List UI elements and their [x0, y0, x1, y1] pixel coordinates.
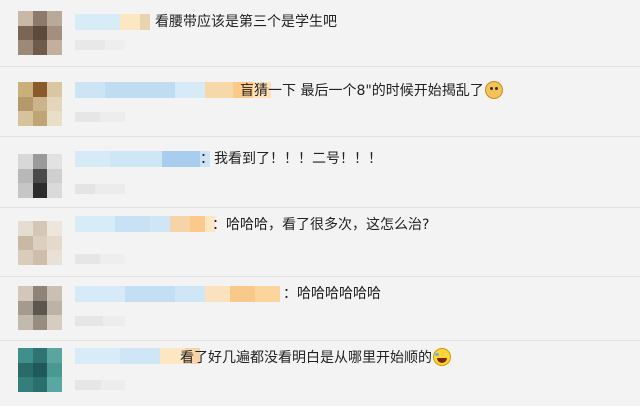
comment-text: 看腰带应该是第三个是学生吧: [155, 14, 337, 30]
comment-row: 看了好几遍都没看明白是从哪里开始顺的: [0, 342, 640, 404]
username-blurred[interactable]: [75, 14, 150, 30]
avatar[interactable]: [18, 221, 62, 265]
avatar[interactable]: [18, 11, 62, 55]
comment-row: ：哈哈哈，看了很多次，这怎么治?: [0, 210, 640, 272]
divider: [0, 276, 640, 277]
comment-meta-blurred: [75, 184, 125, 194]
comment-text: ：哈哈哈，看了很多次，这怎么治?: [212, 217, 430, 233]
comment-row: 盲猜一下 最后一个8"的时候开始揭乱了: [0, 70, 640, 132]
comment-meta-blurred: [75, 40, 125, 50]
avatar[interactable]: [18, 82, 62, 126]
comment-row: ：哈哈哈哈哈哈: [0, 280, 640, 342]
divider: [0, 340, 640, 341]
comment-row: ：我看到了！！！二号！！！: [0, 140, 640, 202]
avatar[interactable]: [18, 348, 62, 392]
comment-row: 看腰带应该是第三个是学生吧: [0, 0, 640, 62]
avatar[interactable]: [18, 286, 62, 330]
avatar[interactable]: [18, 154, 62, 198]
username-blurred[interactable]: [75, 286, 280, 302]
comment-meta-blurred: [75, 112, 125, 122]
divider: [0, 136, 640, 137]
comment-meta-blurred: [75, 254, 125, 264]
divider: [0, 207, 640, 208]
comment-text: ：我看到了！！！二号！！！: [200, 151, 382, 167]
dog-face-icon: [484, 81, 503, 99]
laughing-tears-icon: [433, 348, 451, 366]
divider: [0, 66, 640, 67]
username-blurred[interactable]: [75, 151, 210, 167]
comment-meta-blurred: [75, 380, 125, 390]
comment-meta-blurred: [75, 316, 125, 326]
username-blurred[interactable]: [75, 216, 215, 232]
comment-text: 盲猜一下 最后一个8"的时候开始揭乱了: [240, 81, 503, 100]
comment-text: ：哈哈哈哈哈哈: [283, 286, 381, 302]
comment-text: 看了好几遍都没看明白是从哪里开始顺的: [180, 348, 451, 367]
